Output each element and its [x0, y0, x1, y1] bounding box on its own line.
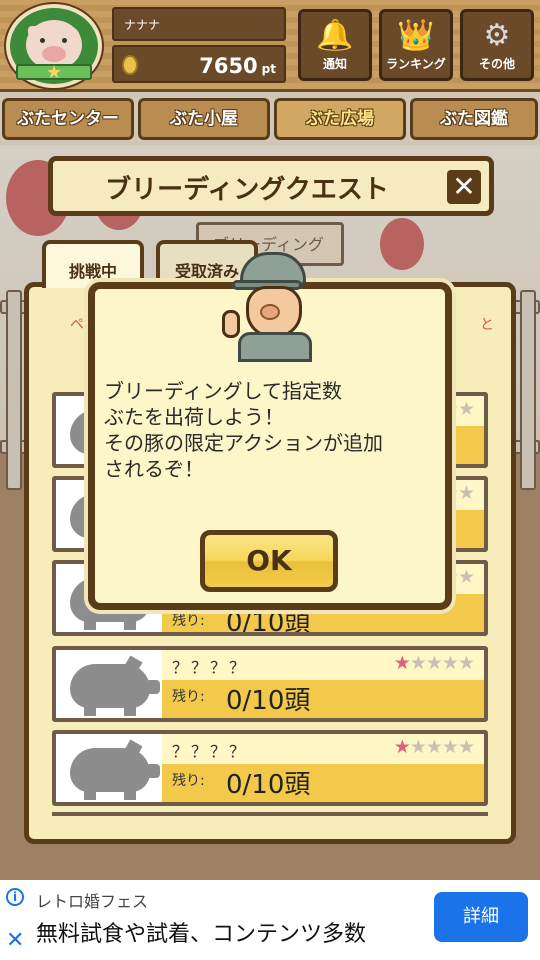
ad-details-button[interactable]: 詳細	[434, 892, 528, 942]
close-icon[interactable]: ✕	[6, 928, 24, 953]
dialog-line: されるぞ！	[104, 457, 204, 481]
farmer-character-icon	[222, 252, 318, 362]
app-root: ★ ナナナ 7650 pt 🔔 通知 👑 ランキング ⚙ その他 ぶたセンター ぶ…	[0, 0, 540, 960]
dialog-line: ブリーディングして指定数	[104, 379, 342, 403]
ad-banner[interactable]: i ✕ レトロ婚フェス 無料試食や試着、コンテンツ多数 詳細	[0, 880, 540, 960]
ad-title: 無料試食や試着、コンテンツ多数	[36, 922, 367, 947]
ad-subtitle: レトロ婚フェス	[36, 892, 149, 911]
dialog-line: その豚の限定アクションが追加	[104, 431, 383, 455]
info-icon[interactable]: i	[6, 888, 24, 906]
dialog-message: ブリーディングして指定数 ぶたを出荷しよう！ その豚の限定アクションが追加 され…	[104, 378, 444, 482]
ok-button[interactable]: OK	[200, 530, 338, 592]
dialog-line: ぶたを出荷しよう！	[104, 405, 284, 429]
